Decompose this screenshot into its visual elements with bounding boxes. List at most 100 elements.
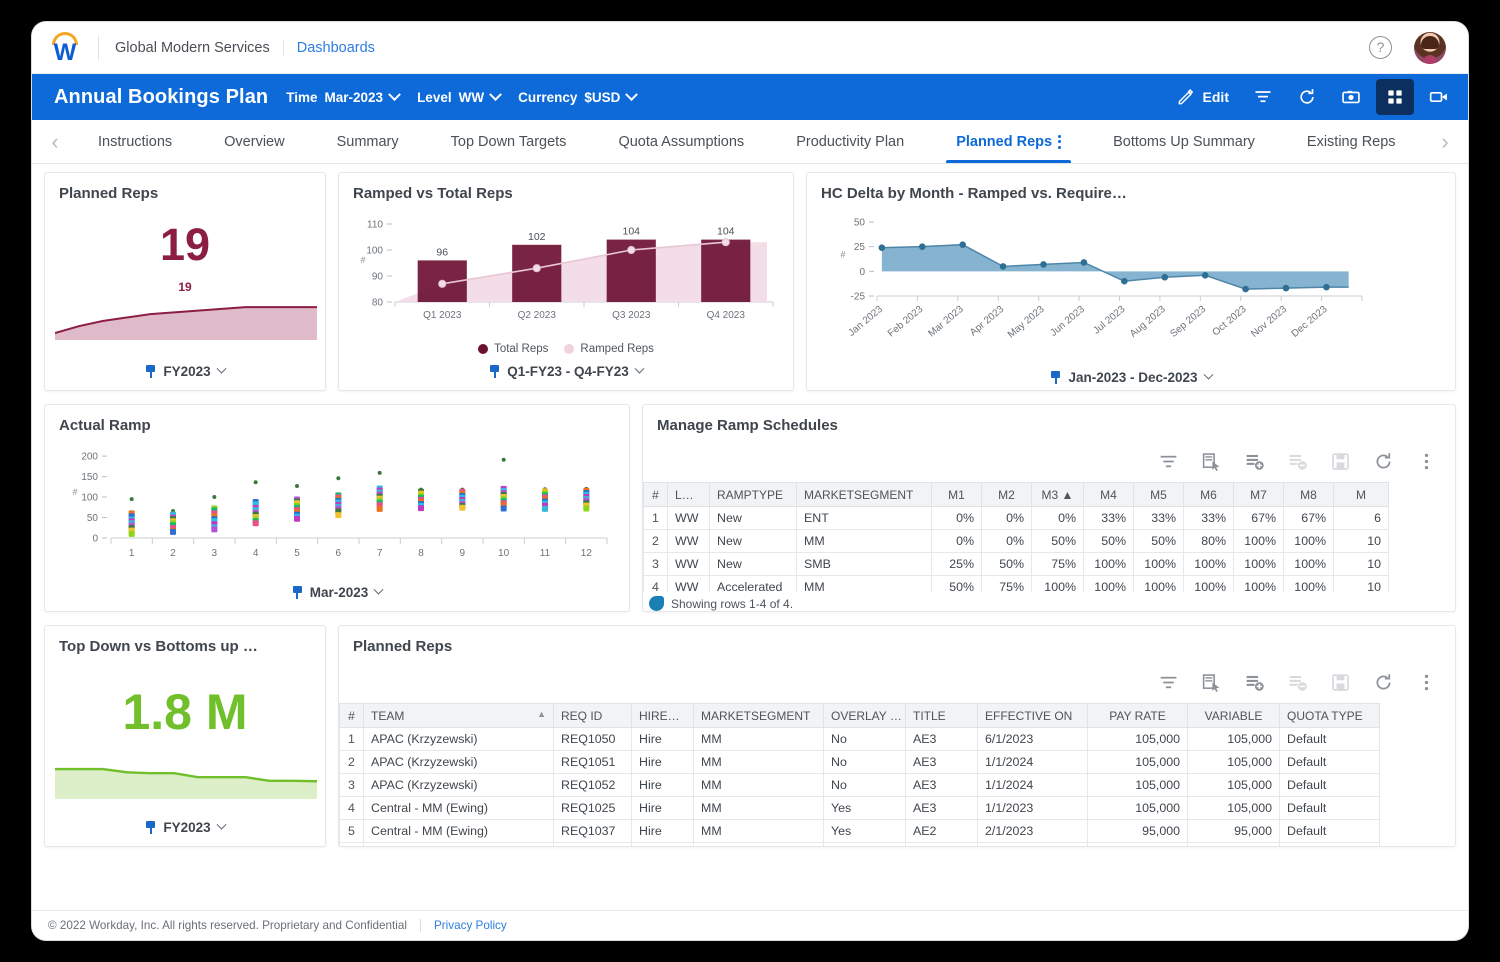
- table-cell[interactable]: Default: [1279, 750, 1380, 774]
- table-cell[interactable]: 105,000: [1187, 796, 1280, 820]
- table-cell[interactable]: APAC (Krzyzewski): [363, 727, 554, 751]
- tab-productivity-plan[interactable]: Productivity Plan: [770, 120, 930, 163]
- table-cell[interactable]: WW: [667, 506, 710, 530]
- chevron-down-icon[interactable]: [625, 87, 639, 101]
- workday-logo-icon[interactable]: W: [48, 30, 82, 66]
- column-header-m8[interactable]: M8: [1283, 482, 1334, 507]
- table-cell[interactable]: 4: [339, 796, 364, 820]
- tab-instructions[interactable]: Instructions: [72, 120, 198, 163]
- column-header-m2[interactable]: M2: [981, 482, 1032, 507]
- column-header-quota-type[interactable]: QUOTA TYPE: [1279, 703, 1380, 728]
- table-cell[interactable]: Yes: [823, 796, 906, 820]
- select-rows-icon[interactable]: [1201, 451, 1222, 472]
- table-cell[interactable]: AE1: [905, 842, 978, 846]
- table-cell[interactable]: New: [709, 506, 797, 530]
- card-planned-reps-kpi[interactable]: Planned Reps 19 19 FY2023: [44, 172, 326, 391]
- chevron-down-icon[interactable]: [388, 87, 401, 101]
- table-cell[interactable]: WW: [667, 529, 710, 553]
- presentation-button[interactable]: [1420, 79, 1458, 115]
- card-ramped-vs-total-reps[interactable]: Ramped vs Total Reps 80 90 100 110 #96 102 104…: [338, 172, 794, 391]
- table-cell[interactable]: 100%: [1133, 552, 1184, 576]
- card-footer[interactable]: FY2023: [45, 355, 325, 390]
- filter-button[interactable]: [1244, 79, 1282, 115]
- table-cell[interactable]: No: [823, 773, 906, 797]
- table-cell[interactable]: Central - MM (Ewing): [363, 796, 554, 820]
- table-cell[interactable]: Hire: [631, 842, 694, 846]
- column-header-l-[interactable]: L…: [667, 482, 710, 507]
- table-row[interactable]: 2 WW New MM 0% 0% 50% 50% 50% 80% 100% 100% 10: [643, 529, 1389, 553]
- tabs-scroll-right[interactable]: ›: [1428, 120, 1462, 163]
- card-hc-delta-by-month[interactable]: HC Delta by Month - Ramped vs. Require… …: [806, 172, 1456, 391]
- table-cell[interactable]: New: [709, 529, 797, 553]
- table-cell[interactable]: MM: [693, 773, 824, 797]
- help-icon[interactable]: ?: [1369, 36, 1392, 59]
- table-cell[interactable]: 50%: [981, 552, 1032, 576]
- table-cell[interactable]: 95,000: [1087, 819, 1188, 843]
- table-row[interactable]: 4 Central - MM (Ewing) REQ1025 Hire MM Yes AE3…: [339, 796, 1380, 820]
- table-cell[interactable]: Yes: [823, 819, 906, 843]
- table-cell[interactable]: AE3: [905, 773, 978, 797]
- breadcrumb-dashboards[interactable]: Dashboards: [297, 40, 375, 56]
- table-cell[interactable]: 1/1/2024: [977, 773, 1088, 797]
- tab-i[interactable]: I: [1422, 120, 1428, 163]
- table-cell[interactable]: MM: [796, 529, 932, 553]
- time-filter-value[interactable]: Mar-2023: [325, 90, 384, 105]
- table-cell[interactable]: 105,000: [1087, 727, 1188, 751]
- column-header-overlay-[interactable]: OVERLAY …: [823, 703, 906, 728]
- card-actual-ramp[interactable]: Actual Ramp 0 50 100 150 200 #1 2 3 4 5 6 7 8 9 10 11 12…: [44, 404, 630, 612]
- remove-row-icon[interactable]: [1287, 451, 1308, 472]
- table-row[interactable]: 2 APAC (Krzyzewski) REQ1051 Hire MM No AE3 1/1/…: [339, 750, 1380, 774]
- column-header-m5[interactable]: M5: [1133, 482, 1184, 507]
- table-cell[interactable]: 100%: [1031, 575, 1084, 592]
- refresh-icon[interactable]: [1373, 672, 1394, 693]
- table-cell[interactable]: Yes: [823, 842, 906, 846]
- card-footer[interactable]: Jan-2023 - Dec-2023: [807, 361, 1455, 390]
- table-cell[interactable]: REQ1052: [553, 773, 632, 797]
- column-header-variable[interactable]: VARIABLE: [1187, 703, 1280, 728]
- table-cell[interactable]: 105,000: [1187, 727, 1280, 751]
- tab-overview[interactable]: Overview: [198, 120, 310, 163]
- table-cell[interactable]: 4: [643, 575, 668, 592]
- table-cell[interactable]: 2: [339, 750, 364, 774]
- tab-summary[interactable]: Summary: [311, 120, 425, 163]
- table-cell[interactable]: 75%: [1031, 552, 1084, 576]
- table-cell[interactable]: MM: [796, 575, 932, 592]
- table-cell[interactable]: 100%: [1233, 529, 1284, 553]
- table-cell[interactable]: 50%: [931, 575, 982, 592]
- table-cell[interactable]: 100%: [1083, 575, 1134, 592]
- table-cell[interactable]: AE3: [905, 796, 978, 820]
- table-cell[interactable]: REQ1037: [553, 819, 632, 843]
- table-row[interactable]: 5 Central - MM (Ewing) REQ1037 Hire MM Yes AE2…: [339, 819, 1380, 843]
- table-cell[interactable]: SMB: [796, 552, 932, 576]
- table-cell[interactable]: 6: [339, 842, 364, 846]
- tab-bottoms-up-summary[interactable]: Bottoms Up Summary: [1087, 120, 1281, 163]
- table-cell[interactable]: REQ1050: [553, 727, 632, 751]
- column-header-title[interactable]: TITLE: [905, 703, 978, 728]
- table-cell[interactable]: MM: [693, 727, 824, 751]
- table-cell[interactable]: 2/1/2023: [977, 842, 1088, 846]
- tab-quota-assumptions[interactable]: Quota Assumptions: [592, 120, 770, 163]
- chevron-down-icon[interactable]: [634, 363, 645, 374]
- column-header-pay-rate[interactable]: PAY RATE: [1087, 703, 1188, 728]
- table-cell[interactable]: APAC (Krzyzewski): [363, 750, 554, 774]
- table-cell[interactable]: 5: [339, 819, 364, 843]
- table-cell[interactable]: SMB: [693, 842, 824, 846]
- tabs-scroll-left[interactable]: ‹: [38, 120, 72, 163]
- refresh-icon[interactable]: [1373, 451, 1394, 472]
- table-cell[interactable]: Hire: [631, 727, 694, 751]
- table-cell[interactable]: 33%: [1133, 506, 1184, 530]
- currency-filter[interactable]: Currency $USD: [518, 87, 639, 105]
- table-cell[interactable]: 80%: [1183, 529, 1234, 553]
- table-cell[interactable]: APAC (Krzyzewski): [363, 773, 554, 797]
- table-cell[interactable]: 100%: [1283, 529, 1334, 553]
- tab-existing-reps[interactable]: Existing Reps: [1281, 120, 1422, 163]
- save-icon[interactable]: [1330, 451, 1351, 472]
- table-cell[interactable]: WW: [667, 552, 710, 576]
- privacy-policy-link[interactable]: Privacy Policy: [434, 919, 507, 932]
- table-cell[interactable]: ENT: [796, 506, 932, 530]
- table-cell[interactable]: 3: [339, 773, 364, 797]
- add-row-icon[interactable]: [1244, 672, 1265, 693]
- planned-reps-grid[interactable]: # TEAM ▲ REQ ID HIRE… MARKETSEGMENT OVERLAY ……: [339, 703, 1455, 846]
- table-cell[interactable]: 100%: [1283, 552, 1334, 576]
- table-cell[interactable]: 50%: [1031, 529, 1084, 553]
